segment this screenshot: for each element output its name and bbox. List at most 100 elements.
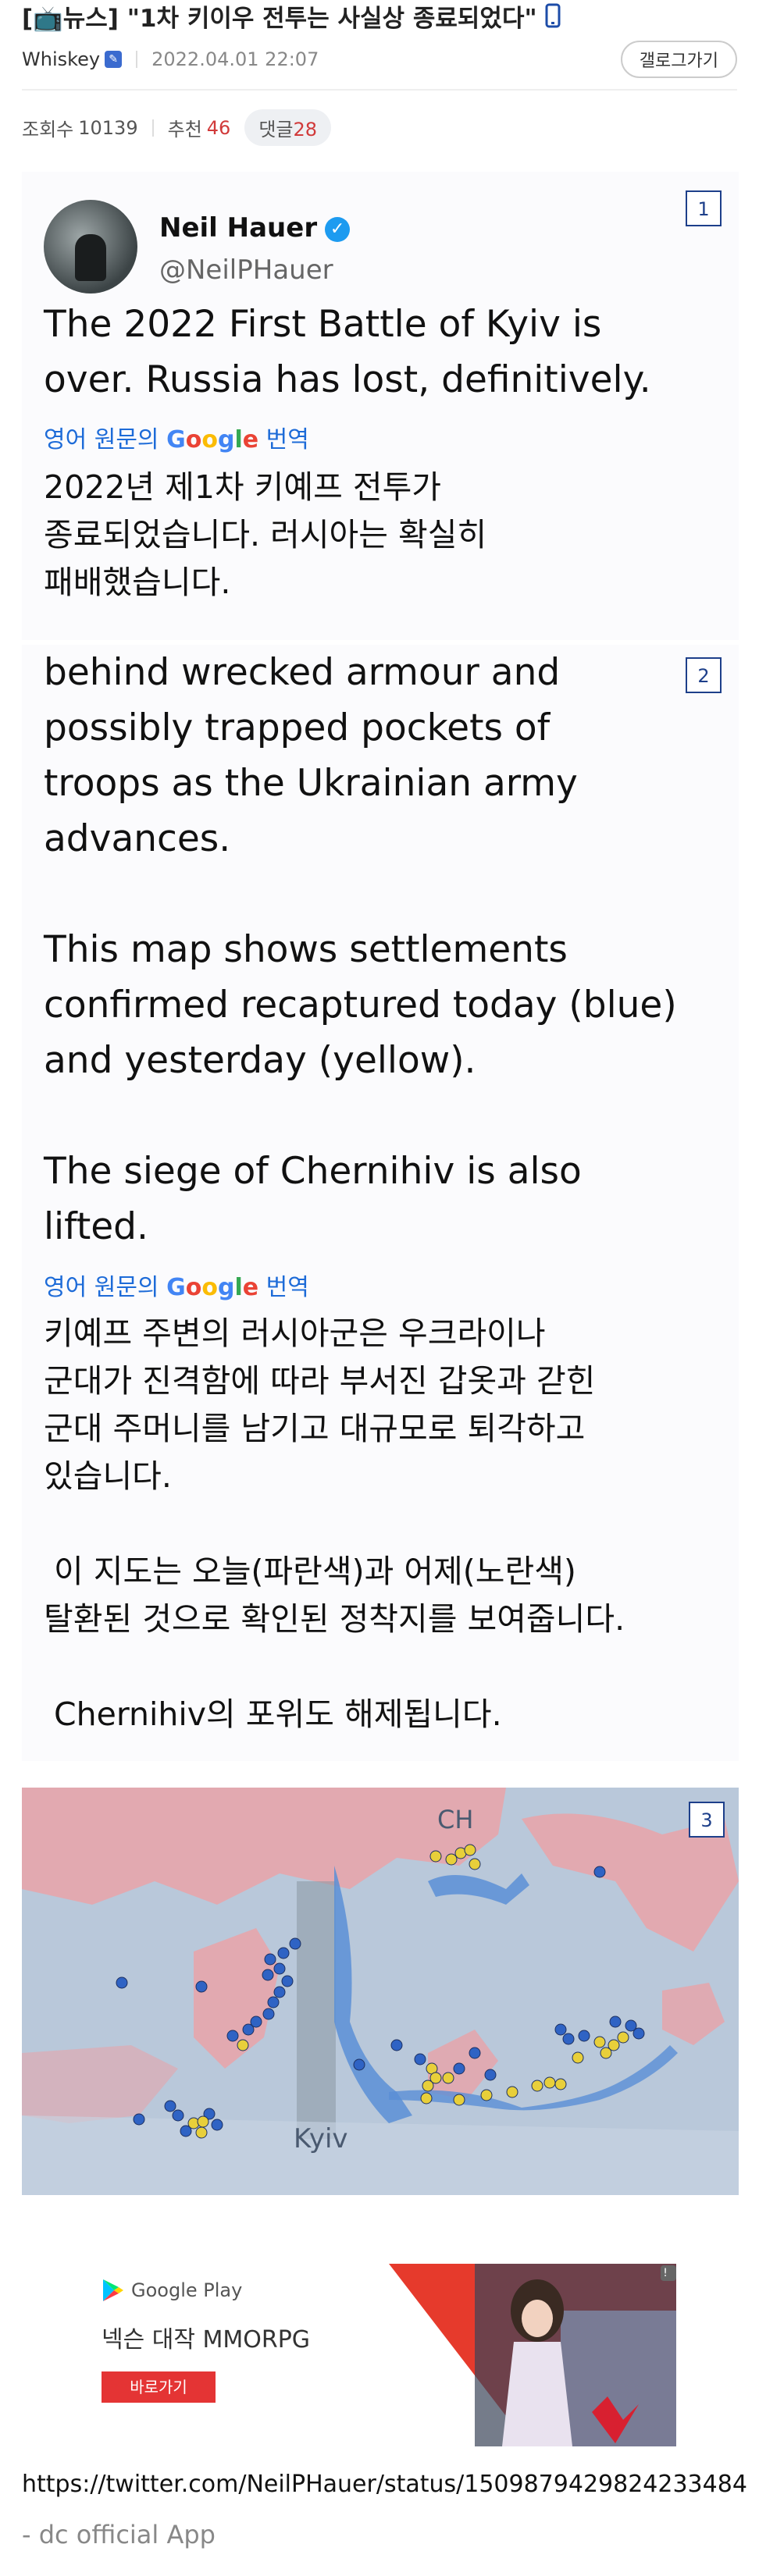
recaptured-yesterday-marker [531, 2080, 543, 2092]
comments-button[interactable]: 댓글28 [244, 109, 332, 146]
recaptured-yesterday-marker [197, 2115, 209, 2128]
post-stats: 조회수 10139 추천 46 댓글28 [0, 91, 759, 165]
translated-line: 탈환된 것으로 확인된 정착지를 보여줍니다. [44, 1600, 625, 1638]
ad-cta-button[interactable]: 바로가기 [102, 2371, 216, 2403]
recaptured-yesterday-marker [464, 1844, 476, 1856]
translate-link[interactable]: 영어 원문의 Google 번역 [44, 420, 309, 454]
tweet-line: lifted. [44, 1205, 148, 1248]
recaptured-today-marker [242, 2023, 255, 2036]
recaptured-yesterday-marker [480, 2089, 493, 2101]
recaptured-yesterday-marker [593, 2036, 606, 2048]
translate-suffix: 번역 [265, 426, 309, 454]
fixed-nick-icon: ✎ [105, 50, 123, 68]
recaptured-today-marker [273, 1986, 286, 1998]
translated-line: 군대가 진격함에 따라 부서진 갑옷과 갇힌 [44, 1362, 596, 1400]
recaptured-today-marker [116, 1976, 128, 1989]
recommend-label: 추천 [167, 119, 202, 141]
mobile-phone-icon [545, 3, 561, 37]
recaptured-today-marker [453, 2062, 465, 2075]
recaptured-yesterday-marker [469, 1858, 481, 1870]
translated-text: 2022년 제1차 키예프 전투가 종료되었습니다. 러시아는 확실히 패배했습… [44, 464, 486, 607]
tweet-line: behind wrecked armour and [44, 651, 561, 694]
post-date: 2022.04.01 22:07 [151, 48, 319, 70]
google-logo: Google [166, 1274, 259, 1301]
translated-line: 종료되었습니다. 러시아는 확실히 [44, 516, 487, 553]
recaptured-today-marker [262, 2008, 275, 2020]
ad-info-icon[interactable]: ! [657, 2265, 673, 2281]
recaptured-today-marker [133, 2113, 145, 2126]
recaptured-today-marker [289, 1937, 301, 1950]
tweet-capture-2: 2 behind wrecked armour and possibly tra… [22, 645, 739, 1761]
stats-divider [151, 119, 154, 137]
recaptured-today-marker [414, 2053, 426, 2065]
tweet-line: troops as the Ukrainian army [44, 762, 578, 805]
recaptured-today-marker [281, 1975, 294, 1987]
comments-count: 28 [293, 119, 318, 141]
translated-line: Chernihiv의 포위도 해제됩니다. [44, 1695, 502, 1733]
map-label-ch: CH [437, 1805, 474, 1834]
views-count: 10139 [78, 116, 138, 139]
image-index-3: 3 [689, 1802, 725, 1838]
recaptured-yesterday-marker [429, 1850, 442, 1863]
map-label-kyiv: Kyiv [294, 2123, 348, 2154]
tweet-line: The 2022 First Battle of Kyiv is [44, 303, 602, 346]
tweet-author-name: Neil Hauer ✓ [159, 212, 351, 244]
recaptured-yesterday-marker [237, 2039, 249, 2051]
recaptured-yesterday-marker [506, 2086, 518, 2098]
recaptured-today-marker [226, 2030, 239, 2042]
tweet-line: confirmed recaptured today (blue) [44, 984, 677, 1026]
recaptured-yesterday-marker [420, 2092, 433, 2105]
post-title-text: "1차 키이우 전투는 사실상 종료되었다" [126, 5, 537, 33]
ad-game-art [389, 2264, 676, 2446]
recaptured-yesterday-marker [195, 2126, 208, 2139]
tweet-line: over. Russia has lost, definitively. [44, 358, 651, 401]
tweet-capture-1: 1 Neil Hauer ✓ @NeilPHauer The 2022 First… [22, 172, 739, 640]
translated-line: 군대 주머니를 남기고 대규모로 퇴각하고 [44, 1410, 586, 1447]
recaptured-yesterday-marker [442, 2072, 454, 2084]
translated-text: 키예프 주변의 러시아군은 우크라이나 군대가 진격함에 따라 부서진 갑옷과 … [44, 1310, 625, 1738]
author-name[interactable]: Whiskey [22, 48, 100, 70]
translate-link[interactable]: 영어 원문의 Google 번역 [44, 1268, 309, 1302]
footer-signature: - dc official App [22, 2520, 216, 2549]
recaptured-yesterday-marker [543, 2076, 556, 2089]
recaptured-today-marker [578, 2030, 590, 2042]
recaptured-today-marker [484, 2069, 497, 2081]
recaptured-today-marker [267, 1996, 280, 2008]
translated-line: 2022년 제1차 키예프 전투가 [44, 468, 442, 506]
tweet-line: possibly trapped pockets of [44, 706, 551, 749]
ad-headline: 넥슨 대작 MMORPG [102, 2326, 311, 2354]
post-header: [📺뉴스] "1차 키이우 전투는 사실상 종료되었다" Whiskey ✎ 2… [0, 0, 759, 91]
recaptured-today-marker [554, 2023, 567, 2036]
translated-line: 패배했습니다. [44, 564, 231, 601]
translated-line: 키예프 주변의 러시아군은 우크라이나 [44, 1315, 546, 1352]
recaptured-yesterday-marker [572, 2051, 584, 2064]
recaptured-today-marker [273, 1962, 286, 1975]
recaptured-today-marker [164, 2100, 176, 2112]
recaptured-today-marker [562, 2033, 575, 2045]
google-logo: Google [166, 426, 259, 454]
tweet-line: advances. [44, 817, 231, 860]
recaptured-yesterday-marker [617, 2031, 629, 2044]
gallog-button[interactable]: 갤로그가기 [620, 40, 737, 78]
tweet-line: This map shows settlements [44, 928, 568, 971]
tweet-text: The 2022 First Battle of Kyiv is over. R… [44, 297, 651, 407]
post-meta: Whiskey ✎ 2022.04.01 22:07 갤로그가기 [22, 40, 737, 78]
recaptured-today-marker [390, 2039, 403, 2051]
ad-store: Google Play [131, 2279, 243, 2301]
translated-blank-line [44, 1643, 625, 1691]
recaptured-today-marker [609, 2016, 622, 2028]
source-url[interactable]: https://twitter.com/NeilPHauer/status/15… [22, 2471, 747, 2498]
recaptured-today-marker [632, 2027, 645, 2040]
advertisement-banner[interactable]: Google Play 넥슨 대작 MMORPG 바로가기 ! [100, 2264, 676, 2446]
recaptured-yesterday-marker [445, 1853, 458, 1866]
translate-prefix: 영어 원문의 [44, 426, 159, 454]
comments-label: 댓글 [258, 119, 294, 141]
translated-blank-line [44, 1500, 625, 1548]
recaptured-today-marker [593, 1866, 606, 1878]
post-title: [📺뉴스] "1차 키이우 전투는 사실상 종료되었다" [22, 0, 737, 37]
tweet-line: and yesterday (yellow). [44, 1039, 476, 1082]
google-play-badge: Google Play [102, 2278, 242, 2303]
tweet-line: The siege of Chernihiv is also [44, 1150, 582, 1193]
recaptured-today-marker [353, 2058, 365, 2071]
